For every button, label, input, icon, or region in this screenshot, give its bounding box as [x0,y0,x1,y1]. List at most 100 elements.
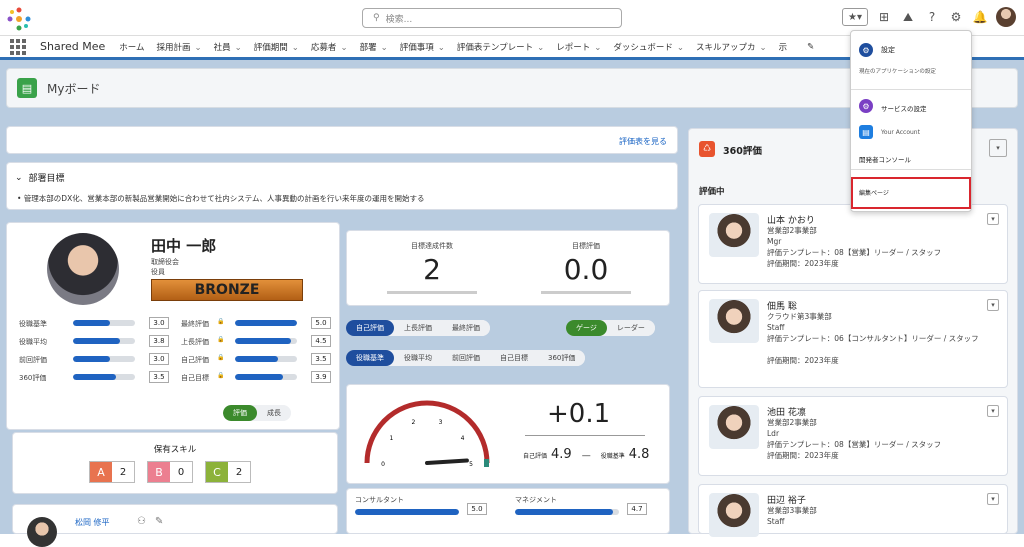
menu-edit-page[interactable]: 編集ページ [859,188,889,197]
chevron-down-icon[interactable]: ⌄ [195,43,202,53]
toggle-eval[interactable]: 評価 [223,405,257,421]
bell-icon[interactable]: 🔔 [972,9,988,25]
tab[interactable]: 360評価 [538,350,586,366]
reviewee-role: Mgr [767,237,782,246]
skill-badge[interactable]: C2 [205,461,251,483]
chevron-down-icon[interactable]: ⌄ [15,173,23,183]
nav-item[interactable]: ダッシュボード ⌄ [613,41,684,53]
self-eval-label: 自己評価 [523,453,548,460]
divider [525,435,645,436]
score-bar-fill [235,338,291,344]
nav-item[interactable]: 社員 ⌄ [214,41,242,53]
nav-item[interactable]: レポート ⌄ [556,41,601,53]
reviewee-card[interactable]: 田辺 裕子 営業部3事業部 Staff ▾ [698,484,1008,537]
gear-icon: ⚙ [859,43,873,57]
base-label: 役職基準 [600,453,625,460]
review360-menu-button[interactable]: ▾ [989,139,1007,157]
nav-item[interactable]: 評価表テンプレート ⌄ [457,41,544,53]
nav-item-label: ホーム [119,42,145,53]
score-bar-fill [235,320,297,326]
global-search-input[interactable]: ⚲ 検索... [362,8,622,28]
goals-label: 目標達成件数 [411,242,453,250]
score-bar [235,338,297,344]
setup-menu: ⚙ 設定 現在のアプリケーションの設定 ⚙ サービスの設定 ▤ Your Acc… [850,30,972,212]
nav-more[interactable]: 示 [779,41,788,53]
chevron-down-icon[interactable]: ⌄ [594,43,601,53]
chevron-down-icon[interactable]: ⌄ [292,43,299,53]
nav-item[interactable]: 評価期間 ⌄ [254,41,299,53]
nav-item[interactable]: ホーム [119,41,144,53]
gear-icon[interactable]: ⚙ [948,9,964,25]
tab[interactable]: 自己評価 [346,320,394,336]
app-launcher-icon[interactable] [10,38,26,55]
menu-settings[interactable]: 設定 [881,45,895,55]
user-avatar[interactable] [996,7,1016,27]
menu-dev-console[interactable]: 開発者コンソール [859,154,911,164]
tab[interactable]: 前回評価 [442,350,490,366]
nav-item[interactable]: スキルアップカ ⌄ [696,41,767,53]
tab[interactable]: レーダー [606,320,655,336]
score-value: 3.5 [149,371,169,383]
chevron-down-icon[interactable]: ⌄ [235,43,242,53]
chevron-down-icon[interactable]: ⌄ [760,43,767,53]
help-icon[interactable]: ? [924,9,940,25]
chevron-down-icon[interactable]: ⌄ [537,43,544,53]
favorites-icon[interactable]: ★▾ [842,8,868,26]
tab[interactable]: 役職基準 [346,350,394,366]
reviewee-menu-button[interactable]: ▾ [987,213,999,225]
chevron-down-icon[interactable]: ⌄ [340,43,347,53]
view-eval-link[interactable]: 評価表を見る [619,136,667,147]
subordinate-name[interactable]: 松岡 修平 [75,517,110,528]
reviewee-dept: 営業部2事業部 [767,418,817,427]
add-icon[interactable]: ⊞ [876,9,892,25]
skills-card: 保有スキル A2B0C2 [12,432,338,494]
reviewee-card[interactable]: 山本 かおり 営業部2事業部 Mgr 評価テンプレート：08【営業】リーダー / スタ… [698,204,1008,284]
reviewee-card[interactable]: 佃馬 聡クラウド第3事業部 Staff 評価テンプレート：06【コンサルタント】リー… [698,290,1008,388]
nav-item[interactable]: 部署 ⌄ [360,41,388,53]
tab[interactable]: 役職平均 [394,350,442,366]
gauge-chart: 0 1 2 3 4 5 [364,400,490,468]
skill-count: 0 [177,466,185,478]
tab[interactable]: 上長評価 [394,320,442,336]
skill-badge[interactable]: A2 [89,461,135,483]
nav-item[interactable]: 採用計画 ⌄ [157,41,202,53]
reviewee-period: 評価期間：2023年度 [767,451,839,460]
trailhead-icon[interactable]: ⛰ [900,9,916,25]
person-icon[interactable]: ⚇ [137,516,146,527]
nav-item[interactable]: 評価事項 ⌄ [400,41,445,53]
pencil-icon[interactable]: ✎ [807,42,814,52]
eval-type-tabs: 自己評価 上長評価 最終評価 [346,320,490,336]
menu-divider [851,89,971,90]
reviewee-template: 評価テンプレート：08【営業】リーダー / スタッフ [767,248,942,257]
skill-grade: B [148,462,170,482]
dept-goal-text: 管理本部のDX化、営業本部の新製品営業開始に合わせて社内システム、人事異動の計画… [23,194,425,203]
toggle-growth[interactable]: 成長 [257,405,291,421]
menu-service[interactable]: サービスの設定 [881,103,927,113]
skill-badge[interactable]: B0 [147,461,193,483]
review360-title: 360評価 [723,146,762,157]
tab[interactable]: 最終評価 [442,320,490,336]
reviewee-role: Staff [767,323,785,332]
score-bar [235,374,297,380]
tab[interactable]: ゲージ [566,320,607,336]
category-bar-fill [515,509,613,515]
tab[interactable]: 自己目標 [490,350,538,366]
menu-settings-sub[interactable]: 現在のアプリケーションの設定 [859,67,936,75]
chevron-down-icon[interactable]: ⌄ [677,43,684,53]
menu-account[interactable]: Your Account [881,129,920,136]
gauge-arc [364,400,490,464]
chevron-down-icon[interactable]: ⌄ [381,43,388,53]
reviewee-menu-button[interactable]: ▾ [987,299,999,311]
edit-icon[interactable]: ✎ [155,516,163,527]
app-logo-icon[interactable] [6,6,32,32]
nav-item[interactable]: 応募者 ⌄ [311,41,348,53]
reviewee-menu-button[interactable]: ▾ [987,405,999,417]
lock-icon: 🔒 [217,336,225,343]
reviewee-card[interactable]: 池田 花凛 営業部2事業部 Ldr 評価テンプレート：08【営業】リーダー / スタッ… [698,396,1008,476]
chevron-down-icon[interactable]: ⌄ [438,43,445,53]
reviewee-dept: 営業部3事業部 [767,506,817,515]
reviewee-template: 評価テンプレート：08【営業】リーダー / スタッフ [767,440,942,449]
menu-divider [851,169,971,170]
reviewee-menu-button[interactable]: ▾ [987,493,999,505]
reviewee-photo [709,405,759,449]
